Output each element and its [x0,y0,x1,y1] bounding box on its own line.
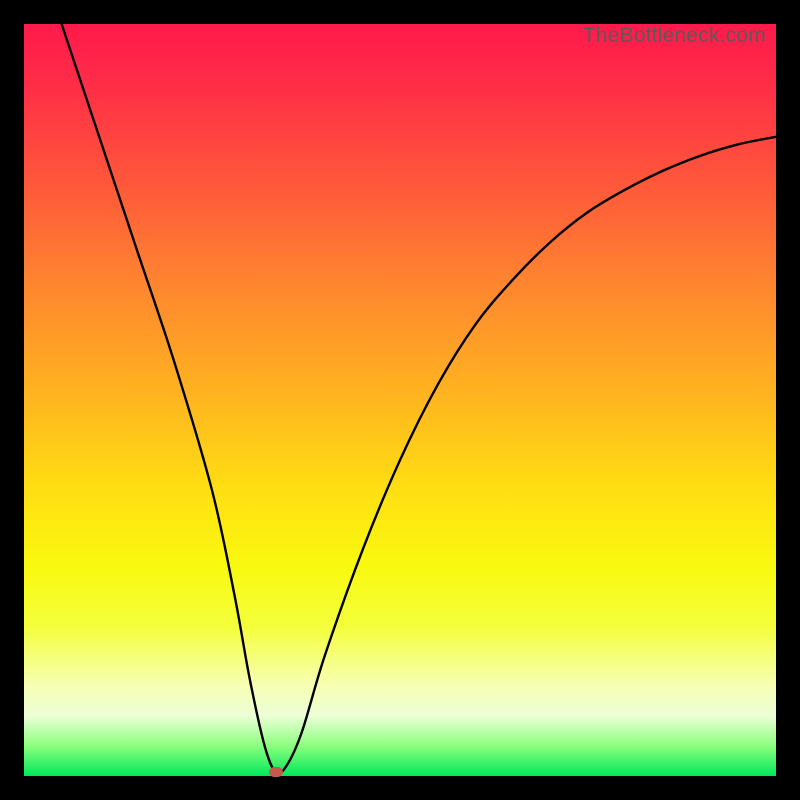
watermark-text: TheBottleneck.com [583,24,766,48]
bottleneck-curve [24,24,776,776]
chart-area: TheBottleneck.com [24,24,776,776]
minimum-marker [269,767,283,777]
